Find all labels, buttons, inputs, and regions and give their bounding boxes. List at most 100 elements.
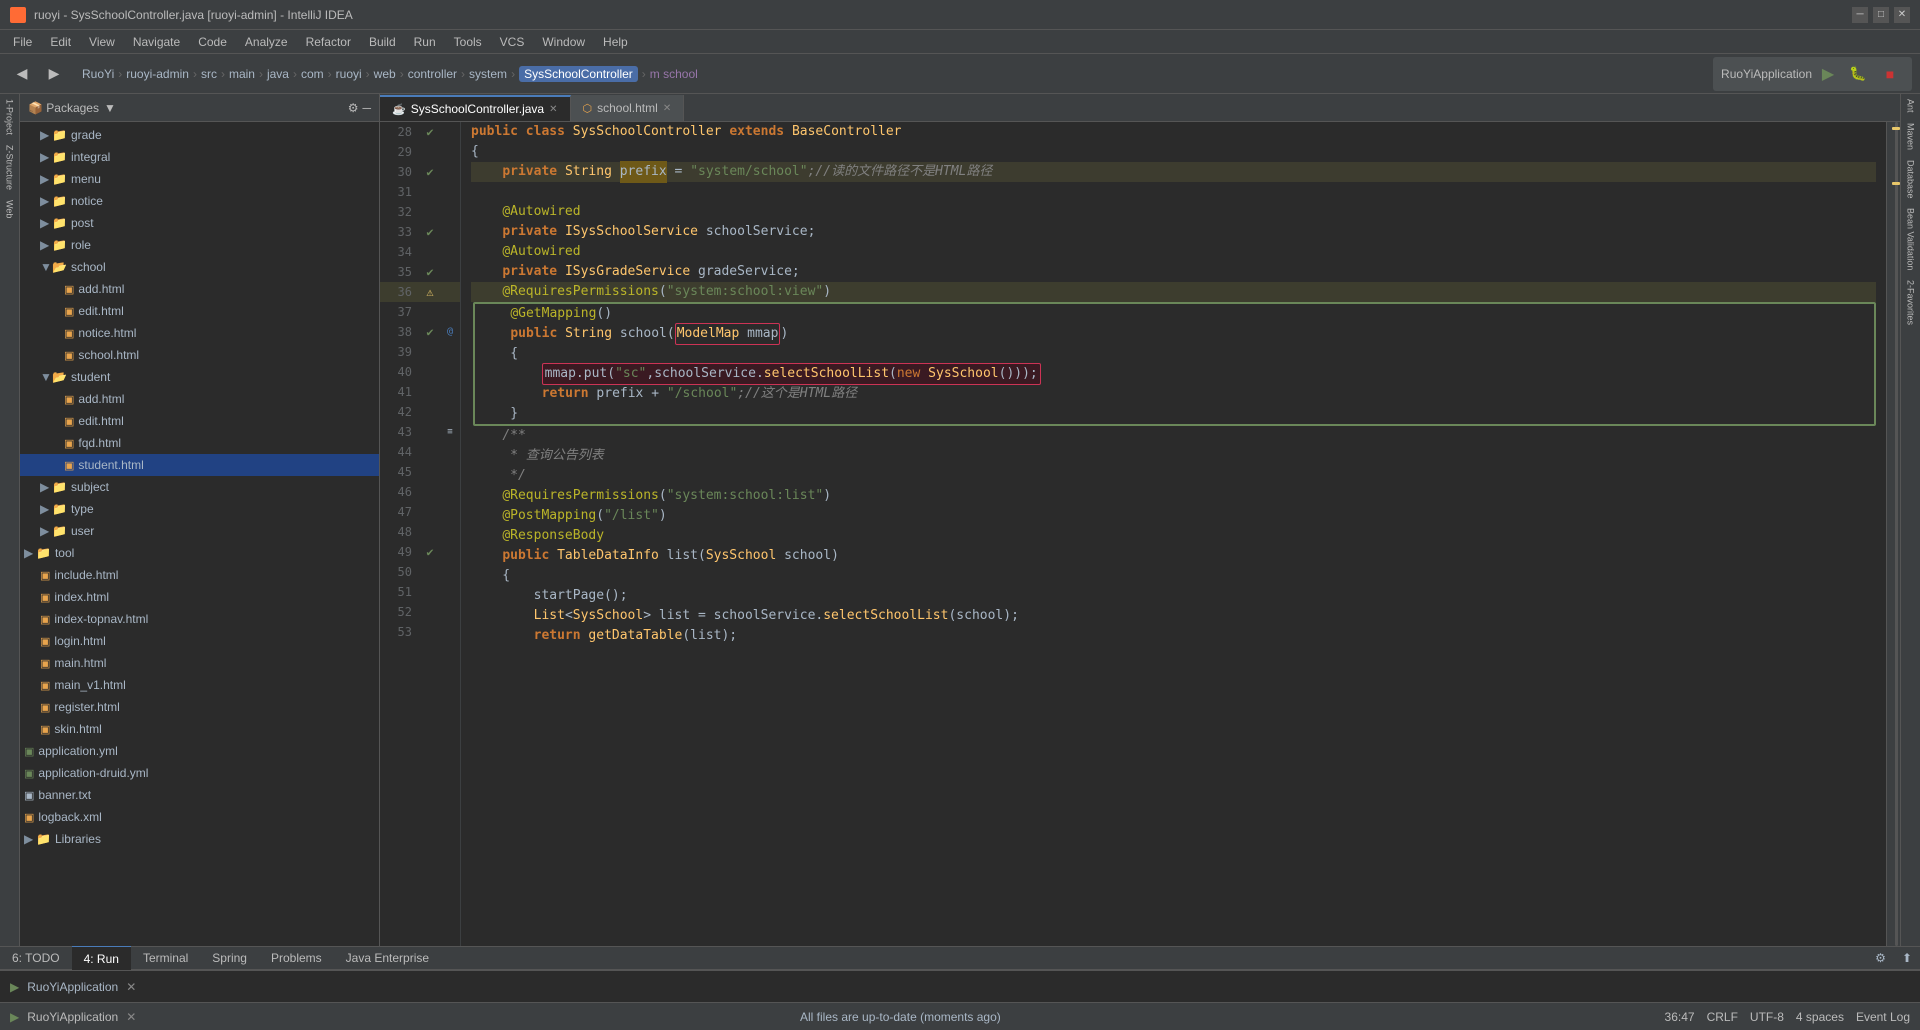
project-close-icon[interactable]: ─ (362, 101, 371, 115)
tree-item-notice[interactable]: ▶ 📁 notice (20, 190, 379, 212)
breadcrumb-web[interactable]: web (374, 67, 396, 81)
menu-view[interactable]: View (81, 33, 123, 51)
breadcrumb-controller[interactable]: controller (408, 67, 457, 81)
menu-vcs[interactable]: VCS (492, 33, 533, 51)
menu-refactor[interactable]: Refactor (298, 33, 359, 51)
breadcrumb-src[interactable]: src (201, 67, 217, 81)
web-tab-icon[interactable]: Web (5, 200, 15, 218)
window-controls[interactable]: ─ □ ✕ (1852, 7, 1910, 23)
tree-item-role[interactable]: ▶ 📁 role (20, 234, 379, 256)
tree-item-add-html[interactable]: ▣ add.html (20, 278, 379, 300)
code-editor[interactable]: public class SysSchoolController extends… (461, 122, 1886, 946)
event-log-right-icon[interactable]: Database (1906, 160, 1916, 199)
expand-icon[interactable]: ⬆ (1894, 951, 1920, 965)
tree-item-menu[interactable]: ▶ 📁 menu (20, 168, 379, 190)
tree-item-register-html[interactable]: ▣ register.html (20, 696, 379, 718)
breadcrumb-sysschool[interactable]: SysSchoolController (519, 66, 638, 82)
tree-item-student-folder[interactable]: ▼ 📂 student (20, 366, 379, 388)
tree-item-fqd-html[interactable]: ▣ fqd.html (20, 432, 379, 454)
project-settings-icon[interactable]: ⚙ (348, 101, 359, 115)
tree-item-main-v1-html[interactable]: ▣ main_v1.html (20, 674, 379, 696)
tree-item-student-edit-html[interactable]: ▣ edit.html (20, 410, 379, 432)
debug-button[interactable]: 🐛 (1844, 60, 1872, 88)
ant-validation-icon[interactable]: Ant (1906, 99, 1916, 113)
menu-edit[interactable]: Edit (42, 33, 79, 51)
tree-item-grade[interactable]: ▶ 📁 grade (20, 124, 379, 146)
minimize-button[interactable]: ─ (1852, 7, 1868, 23)
tree-item-tool[interactable]: ▶ 📁 tool (20, 542, 379, 564)
encoding-indicator[interactable]: UTF-8 (1750, 1010, 1784, 1024)
scrollbar-gutter[interactable] (1886, 122, 1900, 946)
menu-build[interactable]: Build (361, 33, 404, 51)
tree-item-application-yml[interactable]: ▣ application.yml (20, 740, 379, 762)
tree-item-index-topnav[interactable]: ▣ index-topnav.html (20, 608, 379, 630)
tree-item-application-druid-yml[interactable]: ▣ application-druid.yml (20, 762, 379, 784)
tab-school-html[interactable]: ⬡ school.html ✕ (571, 95, 685, 121)
back-button[interactable]: ◀ (8, 60, 36, 88)
maven-icon[interactable]: Maven (1906, 123, 1916, 150)
tab-todo[interactable]: 6: TODO (0, 946, 72, 970)
maximize-button[interactable]: □ (1873, 7, 1889, 23)
structure-tab-icon[interactable]: Z-Structure (5, 145, 15, 190)
run-button[interactable]: ▶ (1816, 62, 1840, 86)
tree-item-user[interactable]: ▶ 📁 user (20, 520, 379, 542)
menu-tools[interactable]: Tools (446, 33, 490, 51)
menu-window[interactable]: Window (534, 33, 593, 51)
tab-school-html-close[interactable]: ✕ (663, 103, 671, 114)
tree-item-index-html[interactable]: ▣ index.html (20, 586, 379, 608)
menu-file[interactable]: File (5, 33, 40, 51)
tab-terminal[interactable]: Terminal (131, 946, 200, 970)
run-close-status[interactable]: ✕ (126, 1010, 136, 1024)
tree-item-skin-html[interactable]: ▣ skin.html (20, 718, 379, 740)
run-close-icon[interactable]: ✕ (126, 980, 136, 994)
tree-item-post[interactable]: ▶ 📁 post (20, 212, 379, 234)
tab-run[interactable]: 4: Run (72, 946, 131, 970)
tree-item-subject[interactable]: ▶ 📁 subject (20, 476, 379, 498)
menu-navigate[interactable]: Navigate (125, 33, 188, 51)
packages-dropdown[interactable]: ▼ (104, 101, 116, 115)
tab-sysschool[interactable]: ☕ SysSchoolController.java ✕ (380, 95, 571, 121)
tree-item-login-html[interactable]: ▣ login.html (20, 630, 379, 652)
favorites-right-icon[interactable]: 2-Favorites (1906, 280, 1916, 325)
stop-button[interactable]: ■ (1876, 60, 1904, 88)
menu-help[interactable]: Help (595, 33, 636, 51)
project-tab-icon[interactable]: 1-Project (5, 99, 15, 135)
tree-item-school-html[interactable]: ▣ school.html (20, 344, 379, 366)
breadcrumb-method[interactable]: m school (650, 67, 698, 81)
tab-java-enterprise[interactable]: Java Enterprise (334, 946, 441, 970)
tree-item-integral[interactable]: ▶ 📁 integral (20, 146, 379, 168)
breadcrumb-main[interactable]: main (229, 67, 255, 81)
bean-validation-icon[interactable]: Bean Validation (1906, 208, 1916, 270)
tree-item-main-html[interactable]: ▣ main.html (20, 652, 379, 674)
menu-analyze[interactable]: Analyze (237, 33, 296, 51)
breadcrumb-admin[interactable]: ruoyi-admin (126, 67, 189, 81)
indent-indicator[interactable]: 4 spaces (1796, 1010, 1844, 1024)
tree-item-banner-txt[interactable]: ▣ banner.txt (20, 784, 379, 806)
line-ending-indicator[interactable]: CRLF (1707, 1010, 1738, 1024)
tab-spring[interactable]: Spring (200, 946, 259, 970)
tree-item-student-html-selected[interactable]: ▣ student.html (20, 454, 379, 476)
settings-icon[interactable]: ⚙ (1867, 951, 1894, 965)
run-config-status[interactable]: RuoYiApplication (27, 1010, 118, 1024)
tree-item-student-add-html[interactable]: ▣ add.html (20, 388, 379, 410)
tab-problems[interactable]: Problems (259, 946, 334, 970)
breadcrumb-java[interactable]: java (267, 67, 289, 81)
tree-item-libraries[interactable]: ▶ 📁 Libraries (20, 828, 379, 850)
menu-code[interactable]: Code (190, 33, 235, 51)
tree-item-edit-html[interactable]: ▣ edit.html (20, 300, 379, 322)
tree-item-type[interactable]: ▶ 📁 type (20, 498, 379, 520)
tree-item-logback-xml[interactable]: ▣ logback.xml (20, 806, 379, 828)
event-log-button[interactable]: Event Log (1856, 1010, 1910, 1024)
breadcrumb-ruoyi[interactable]: RuoYi (82, 67, 114, 81)
tree-item-school-folder[interactable]: ▼ 📂 school (20, 256, 379, 278)
tree-item-notice-html[interactable]: ▣ notice.html (20, 322, 379, 344)
tree-item-include-html[interactable]: ▣ include.html (20, 564, 379, 586)
position-indicator[interactable]: 36:47 (1665, 1010, 1695, 1024)
breadcrumb-system[interactable]: system (469, 67, 507, 81)
menu-run[interactable]: Run (406, 33, 444, 51)
forward-button[interactable]: ▶ (40, 60, 68, 88)
breadcrumb-com[interactable]: com (301, 67, 324, 81)
breadcrumb-ruoyi2[interactable]: ruoyi (336, 67, 362, 81)
close-button[interactable]: ✕ (1894, 7, 1910, 23)
tab-sysschool-close[interactable]: ✕ (549, 104, 557, 115)
